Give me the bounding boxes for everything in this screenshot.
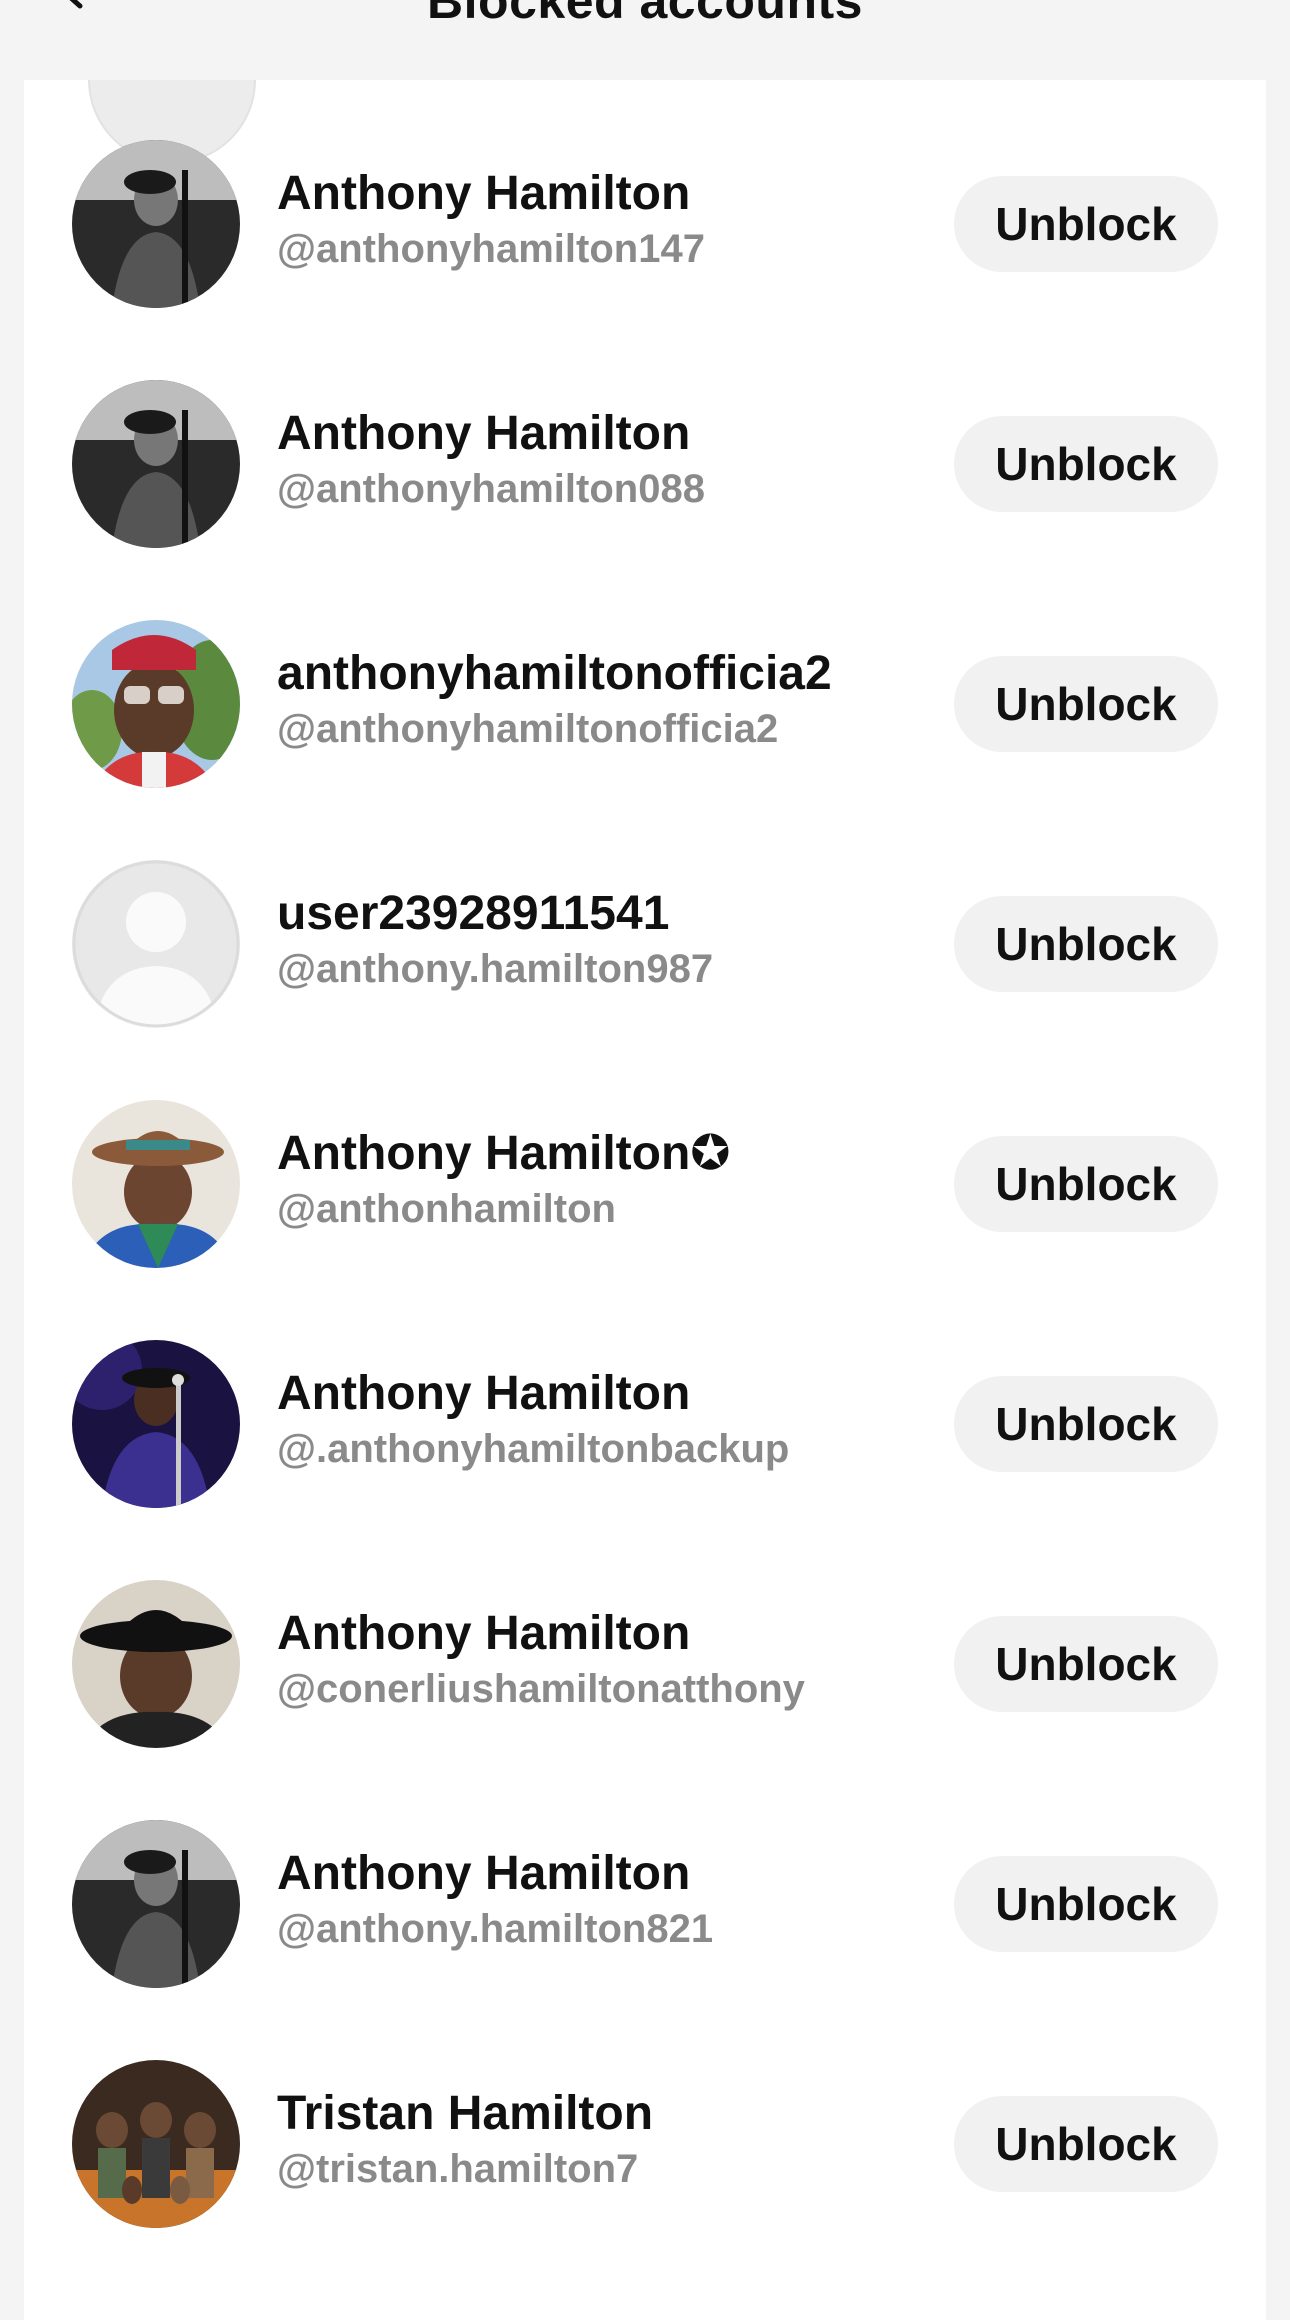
username-handle: @anthonhamilton	[277, 1187, 616, 1231]
page-title: Blocked accounts	[427, 0, 863, 29]
display-name: anthonyhamiltonofficia2	[277, 647, 832, 700]
username-handle: @anthonyhamilton147	[277, 227, 705, 271]
unblock-button[interactable]: Unblock	[954, 416, 1218, 512]
header: Blocked accounts	[0, 0, 1290, 80]
avatar[interactable]	[72, 620, 240, 788]
unblock-button[interactable]: Unblock	[954, 1616, 1218, 1712]
username-handle: @anthonyhamilton088	[277, 467, 705, 511]
display-name: Anthony Hamilton	[277, 1367, 691, 1420]
unblock-button[interactable]: Unblock	[954, 1136, 1218, 1232]
username-handle: @conerliushamiltonatthony	[277, 1667, 805, 1711]
display-name: user23928911541	[277, 887, 670, 940]
avatar[interactable]	[72, 1820, 240, 1988]
display-name: Anthony Hamilton	[277, 407, 691, 460]
unblock-button[interactable]: Unblock	[954, 656, 1218, 752]
display-name: Tristan Hamilton	[277, 2087, 654, 2140]
list-item: user23928911541 @anthony.hamilton987 Unb…	[24, 824, 1266, 1064]
list-item: Anthony Hamilton @anthonyhamilton088 Unb…	[24, 344, 1266, 584]
unblock-button[interactable]: Unblock	[954, 1376, 1218, 1472]
username-handle: @anthony.hamilton987	[277, 947, 714, 991]
default-avatar-icon[interactable]	[72, 860, 240, 1028]
list-item: Anthony Hamilton✪ @anthonhamilton Unbloc…	[24, 1064, 1266, 1304]
avatar[interactable]	[72, 140, 240, 308]
username-handle: @anthonyhamiltonofficia2	[277, 707, 779, 751]
list-item: Anthony Hamilton @anthony.hamilton821 Un…	[24, 1784, 1266, 2024]
list-item: Anthony Hamilton @.anthonyhamiltonbackup…	[24, 1304, 1266, 1544]
display-name: Anthony Hamilton✪	[277, 1127, 731, 1180]
unblock-button[interactable]: Unblock	[954, 176, 1218, 272]
list-item: Anthony Hamilton @conerliushamiltonattho…	[24, 1544, 1266, 1784]
username-handle: @.anthonyhamiltonbackup	[277, 1427, 790, 1471]
avatar[interactable]	[72, 1100, 240, 1268]
list-item: Anthony Hamilton @anthonyhamilton147 Unb…	[24, 104, 1266, 344]
display-name: Anthony Hamilton	[277, 167, 691, 220]
list-item: anthonyhamiltonofficia2 @anthonyhamilton…	[24, 584, 1266, 824]
username-handle: @tristan.hamilton7	[277, 2147, 639, 2191]
blocked-accounts-list: Anthony Hamilton @anthonyhamilton147 Unb…	[24, 80, 1266, 2320]
avatar[interactable]	[72, 2060, 240, 2228]
display-name: Anthony Hamilton	[277, 1847, 691, 1900]
avatar[interactable]	[72, 380, 240, 548]
unblock-button[interactable]: Unblock	[954, 2096, 1218, 2192]
unblock-button[interactable]: Unblock	[954, 1856, 1218, 1952]
avatar[interactable]	[72, 1340, 240, 1508]
display-name: Anthony Hamilton	[277, 1607, 691, 1660]
unblock-button[interactable]: Unblock	[954, 896, 1218, 992]
list-item: Tristan Hamilton @tristan.hamilton7 Unbl…	[24, 2024, 1266, 2264]
username-handle: @anthony.hamilton821	[277, 1907, 714, 1951]
avatar[interactable]	[72, 1580, 240, 1748]
